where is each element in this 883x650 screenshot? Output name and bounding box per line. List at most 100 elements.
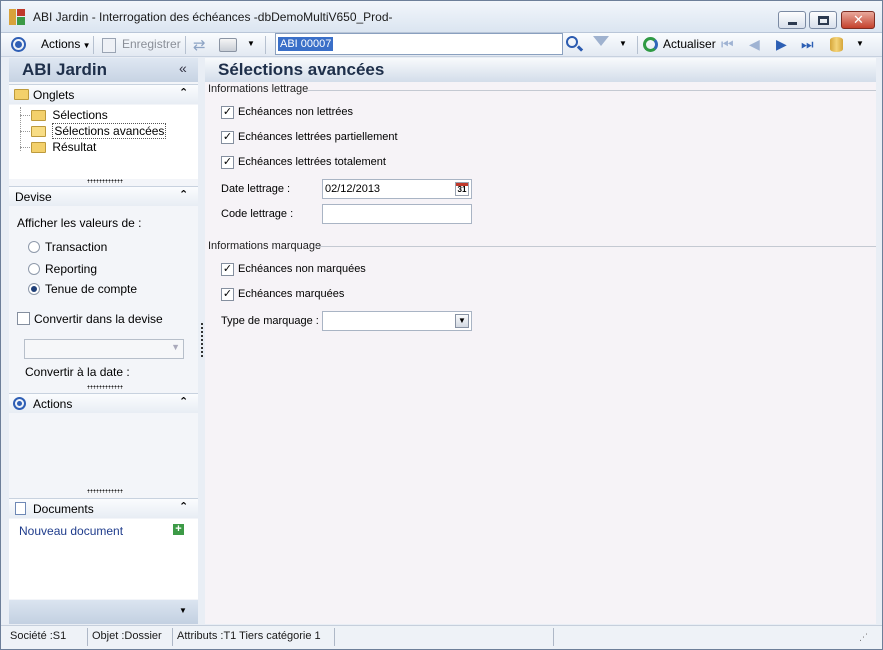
folder-icon (14, 89, 29, 100)
status-bar: Société :S1 Objet :Dossier Attributs :T1… (1, 625, 882, 649)
actions-title: Actions (33, 397, 73, 411)
checkbox-lettrees-partiellement[interactable]: ✓ (221, 131, 234, 144)
chevron-up-icon[interactable]: ⌃ (179, 500, 188, 513)
save-doc-icon (102, 38, 116, 53)
save-button[interactable]: Enregistrer (122, 37, 181, 51)
close-button[interactable]: ✕ (841, 11, 875, 29)
documents-title: Documents (33, 502, 94, 516)
status-objet: Objet :Dossier (92, 630, 162, 642)
toolbar-separator (637, 36, 638, 54)
splitter-grip[interactable] (87, 489, 123, 493)
search-icon[interactable] (566, 36, 584, 52)
convert-currency-label: Convertir dans la devise (34, 312, 163, 326)
date-lettrage-label: Date lettrage : (221, 183, 291, 195)
main-header: Sélections avancées (205, 58, 876, 82)
minimize-icon (788, 22, 797, 25)
convert-currency-checkbox[interactable] (17, 312, 30, 325)
sidebar-item-selections[interactable]: Sélections (31, 108, 108, 122)
add-icon[interactable]: + (173, 524, 184, 535)
sidebar-overflow-icon[interactable]: ▼ (179, 606, 187, 615)
previous-record-icon[interactable]: ◀ (749, 36, 760, 53)
actions-target-icon (11, 37, 26, 52)
sidebar-item-label: Résultat (52, 140, 97, 154)
chevron-up-icon[interactable]: ⌃ (179, 395, 188, 408)
chevron-up-icon[interactable]: ⌃ (179, 86, 188, 99)
documents-section-header[interactable]: Documents ⌃ (9, 498, 198, 518)
toolbar: Actions ▼ Enregistrer ⇄ ▼ ABI 00007 ▼ Ac… (1, 33, 882, 57)
checkbox-marquees[interactable]: ✓ (221, 288, 234, 301)
show-values-label: Afficher les valeurs de : (17, 216, 142, 230)
resize-grip-icon[interactable]: ⋰ (859, 632, 868, 643)
print-icon[interactable] (219, 38, 237, 52)
folder-icon (31, 110, 46, 122)
checkbox-non-marquees-label: Echéances non marquées (238, 263, 366, 275)
filter-icon[interactable] (593, 36, 609, 46)
database-icon[interactable] (830, 37, 843, 52)
minimize-button[interactable] (778, 11, 806, 29)
status-societe: Société :S1 (10, 630, 67, 642)
print-dropdown-icon[interactable]: ▼ (247, 39, 255, 48)
radio-tenue-de-compte-label: Tenue de compte (45, 282, 138, 296)
splitter-grip[interactable] (87, 385, 123, 389)
lettrage-group-label: Informations lettrage (208, 83, 309, 95)
refresh-button[interactable]: Actualiser (663, 37, 716, 51)
search-input[interactable]: ABI 00007 (275, 33, 563, 55)
toolbar-separator (93, 36, 94, 54)
checkbox-marquees-label: Echéances marquées (238, 288, 345, 300)
vertical-splitter-grip[interactable] (201, 323, 203, 357)
new-document-link[interactable]: Nouveau document (19, 524, 123, 538)
devise-title: Devise (15, 190, 52, 204)
status-attributs: Attributs :T1 Tiers catégorie 1 (177, 630, 321, 642)
type-marquage-select[interactable]: ▼ (322, 311, 472, 331)
radio-transaction[interactable] (28, 241, 40, 253)
page-title: Sélections avancées (218, 60, 385, 79)
sidebar-item-selections-avancees[interactable]: Sélections avancées (31, 123, 167, 139)
checkbox-non-lettrees[interactable]: ✓ (221, 106, 234, 119)
status-separator (334, 628, 335, 646)
devise-section-header[interactable]: Devise ⌃ (9, 186, 198, 206)
sidebar-title: ABI Jardin (22, 60, 108, 79)
document-icon (15, 502, 26, 515)
actions-section-header[interactable]: Actions ⌃ (9, 393, 198, 413)
code-lettrage-label: Code lettrage : (221, 208, 294, 220)
last-record-icon[interactable]: ⏭ (801, 36, 814, 53)
radio-transaction-label: Transaction (45, 240, 108, 254)
folder-open-icon (31, 126, 46, 138)
radio-tenue-de-compte[interactable] (28, 283, 40, 295)
onglets-list: Sélections Sélections avancées Résultat (9, 105, 198, 179)
chevron-down-icon[interactable]: ▼ (455, 314, 469, 328)
onglets-section-header[interactable]: Onglets ⌃ (9, 84, 198, 104)
sidebar-footer: ▼ (9, 600, 198, 624)
calendar-icon[interactable]: 31 (455, 182, 469, 196)
toolbar-separator (185, 36, 186, 54)
currency-select[interactable]: ▼ (24, 339, 184, 359)
splitter-grip[interactable] (87, 179, 123, 183)
date-lettrage-field[interactable]: 02/12/2013 31 (322, 179, 472, 199)
sync-icon[interactable]: ⇄ (193, 36, 206, 54)
search-input-value: ABI 00007 (278, 37, 334, 51)
status-separator (553, 628, 554, 646)
sidebar-item-resultat[interactable]: Résultat (31, 140, 96, 154)
chevron-up-icon[interactable]: ⌃ (179, 188, 188, 201)
code-lettrage-field[interactable] (322, 204, 472, 224)
checkbox-lettrees-totalement[interactable]: ✓ (221, 156, 234, 169)
check-icon: ✓ (222, 106, 233, 118)
check-icon: ✓ (222, 131, 233, 143)
checkbox-non-marquees[interactable]: ✓ (221, 263, 234, 276)
window-title: ABI Jardin - Interrogation des échéances… (33, 10, 393, 24)
maximize-button[interactable] (809, 11, 837, 29)
checkbox-lettrees-partiellement-label: Echéances lettrées partiellement (238, 131, 398, 143)
first-record-icon[interactable]: ⏮ (721, 36, 734, 53)
actions-menu-label: Actions (41, 37, 81, 51)
sidebar-item-label: Sélections avancées (52, 123, 167, 139)
actions-menu-button[interactable]: Actions ▼ (41, 37, 91, 51)
actions-target-icon (13, 397, 26, 410)
collapse-sidebar-icon[interactable]: « (179, 60, 187, 76)
check-icon: ✓ (222, 156, 233, 168)
database-dropdown-icon[interactable]: ▼ (856, 39, 864, 48)
next-record-icon[interactable]: ▶ (776, 36, 787, 53)
documents-panel: Nouveau document + (9, 519, 198, 599)
maximize-icon (818, 16, 829, 25)
radio-reporting[interactable] (28, 263, 40, 275)
filter-dropdown-icon[interactable]: ▼ (619, 39, 627, 48)
